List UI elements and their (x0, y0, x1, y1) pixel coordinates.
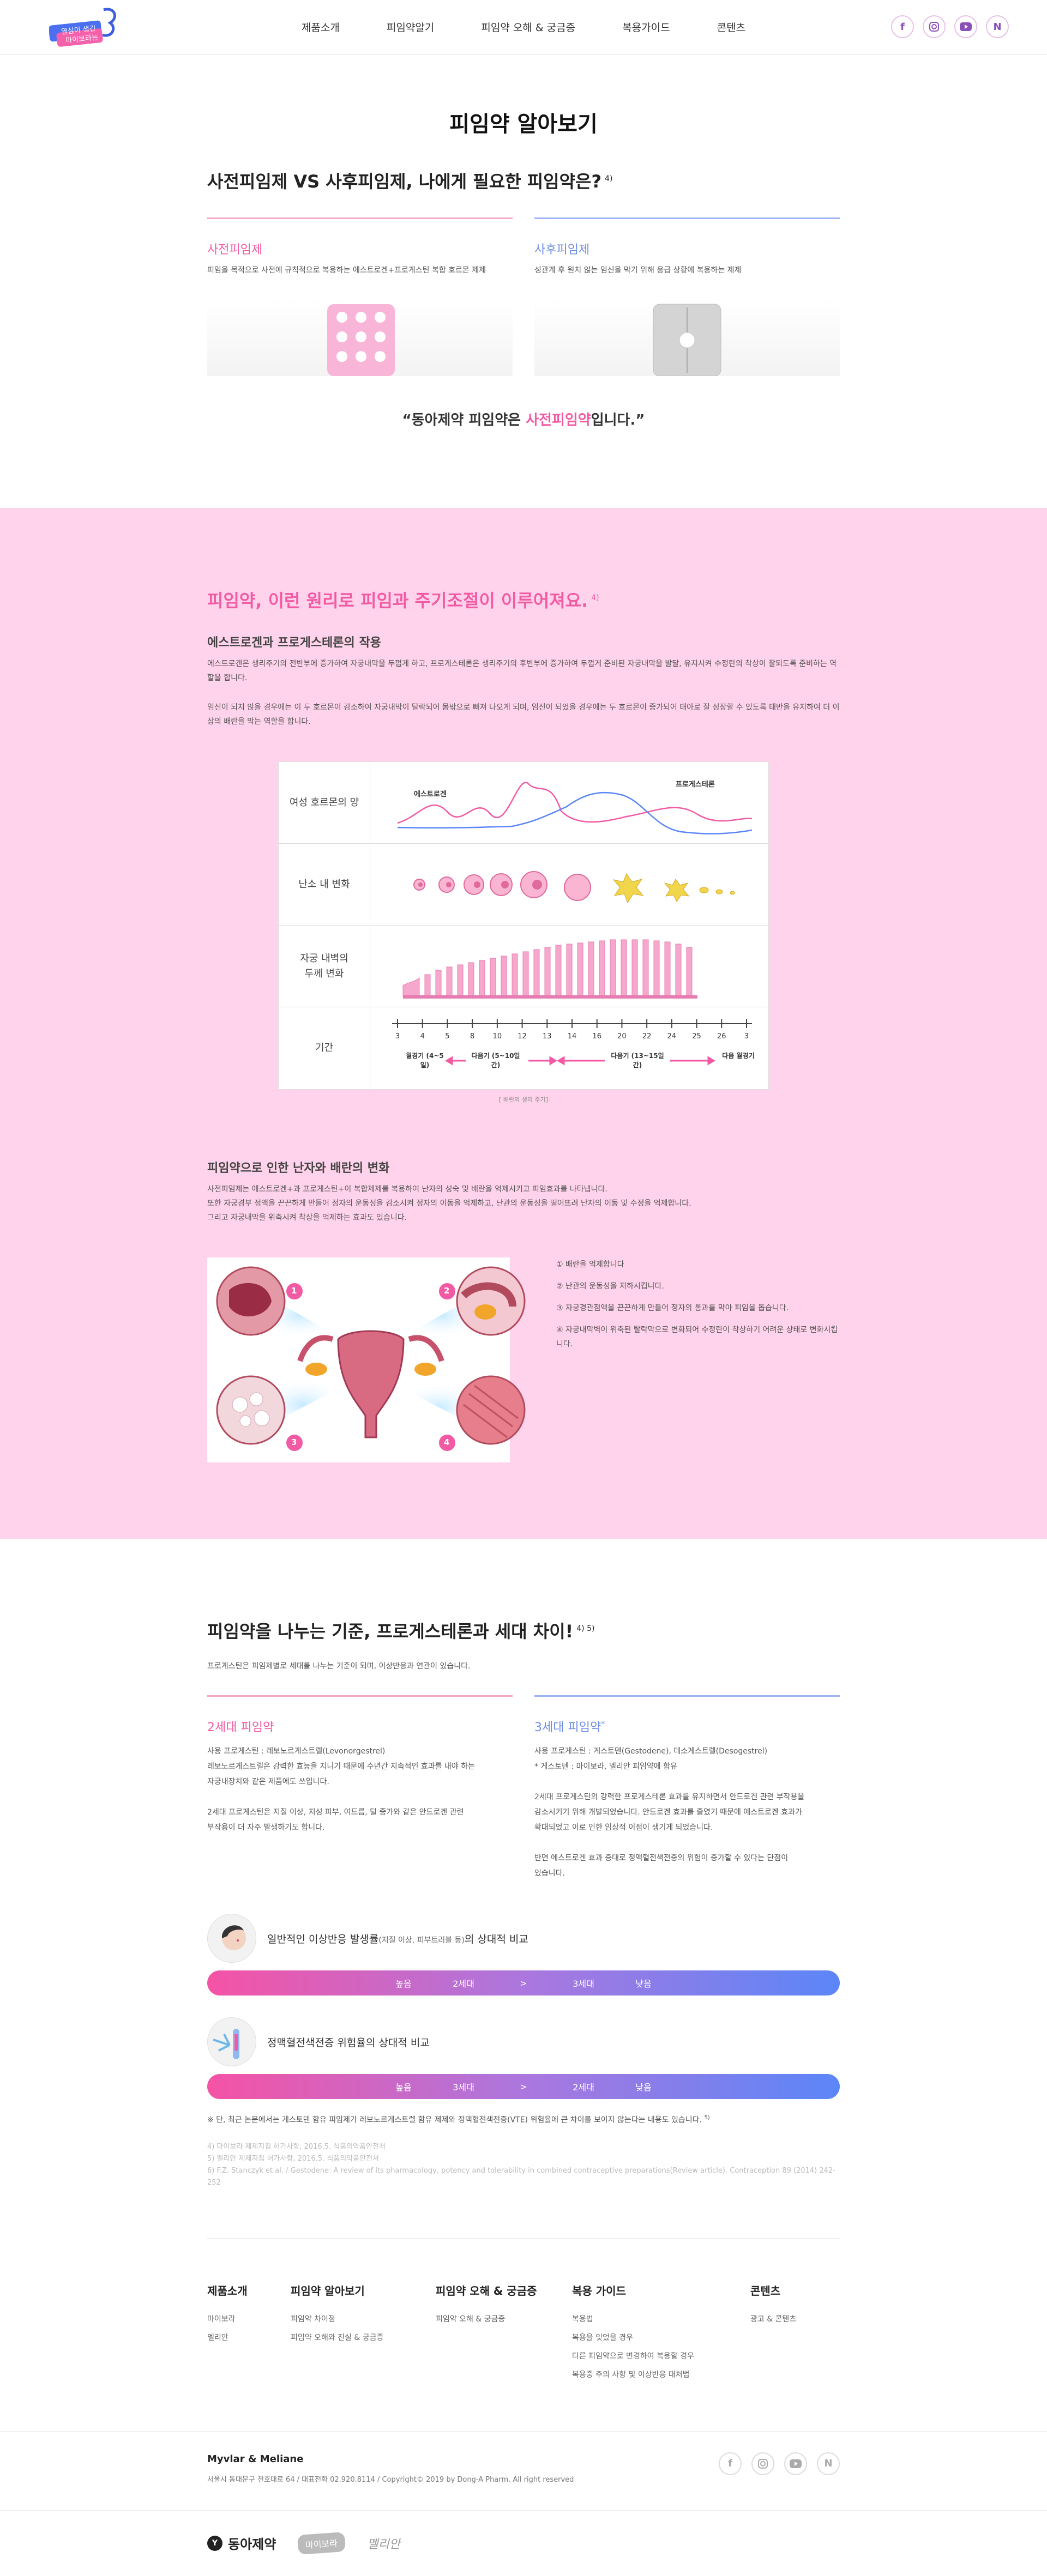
nav-products[interactable]: 제품소개 (302, 20, 340, 34)
lining-thickness (370, 926, 768, 1007)
ovulation-paragraph-1: 사전피임제는 에스트로겐+과 프로게스틴+이 복합제제를 복용하여 난자의 성숙… (207, 1185, 607, 1194)
chart-caption: [ 배란의 생리 주기] (499, 1096, 548, 1103)
gen3-text: 사용 프로게스틴 : 게스토덴(Gestodene), 데소게스트렐(Desog… (534, 1747, 805, 1878)
nav-contents[interactable]: 콘텐츠 (717, 20, 745, 34)
footer-link[interactable]: 피임약 오해 & 궁금증 (436, 2313, 572, 2324)
mechanism-item: ④ 자궁내막벽이 위축된 탈락막으로 변화되어 수정란이 착상하기 어려운 상태… (556, 1326, 838, 1349)
footer-menu: 제품소개마이보라멜리안 피임약 알아보기피임약 차이점피임약 오해와 진실 & … (207, 2238, 840, 2431)
section3-intro: 프로게스틴은 피임제별로 세대를 나누는 기준이 되며, 이상반응과 연관이 있… (207, 1662, 471, 1671)
meliane-brand-logo: 멜리안 (367, 2537, 400, 2551)
page-title: 피임약 알아보기 (449, 112, 598, 137)
hormone-paragraph-2: 임신이 되지 않을 경우에는 이 두 호르몬이 감소하여 자궁내막이 탈락되어 … (207, 703, 840, 726)
bar-note: ※ 단, 최근 논문에서는 게스토덴 함유 피임제가 레보노르게스트렐 함유 제… (207, 2115, 710, 2125)
section3-title: 피임약을 나누는 기준, 프로게스테론과 세대 차이! 4) 5) (207, 1621, 595, 1642)
chart-label-hormone: 여성 호르몬의 양 (279, 762, 370, 843)
footer-link[interactable]: 복용중 주의 사항 및 이상반응 대처법 (572, 2369, 750, 2380)
references: 4) 마이보라 제제지침 허가사항, 2016.5. 식품의약품안전처 5) 멜… (207, 2142, 835, 2187)
nav-faq[interactable]: 피임약 오해 & 궁금증 (481, 20, 575, 34)
pre-pill-image (207, 300, 513, 376)
marker-2: 2 (444, 1286, 450, 1296)
vein-icon (207, 2017, 256, 2066)
mechanism-item: ① 배란을 억제합니다 (556, 1260, 624, 1269)
chart-label-ovary: 난소 내 변화 (279, 844, 370, 925)
hormone-curves (397, 782, 753, 835)
gen2-heading: 2세대 피임약 (207, 1721, 274, 1734)
youtube-icon[interactable] (954, 15, 977, 38)
progesterone-label: 프로게스테론 (676, 781, 715, 789)
hormone-subtitle: 에스트로겐과 프로게스테론의 작용 (207, 636, 381, 650)
chart-label-lining: 자궁 내벽의 두께 변화 (279, 926, 370, 1007)
footer-link[interactable]: 복용법 (572, 2313, 750, 2324)
ovulation-paragraph-3: 그리고 자궁내막을 위축시켜 착상을 억제하는 효과도 있습니다. (207, 1213, 407, 1222)
footer-heading: 피임약 오해 & 궁금증 (436, 2284, 537, 2297)
post-pill-image (534, 300, 840, 376)
section1-title: 사전피임제 VS 사후피임제, 나에게 필요한 피임약은? 4) (207, 171, 613, 192)
nav-about-pill[interactable]: 피임약알기 (387, 20, 434, 34)
sns-links: f N (891, 15, 1009, 38)
donga-logo: Y 동아제약 (207, 2533, 276, 2553)
estrogen-label: 에스트로겐 (414, 790, 447, 799)
mechanism-list: ① 배란을 억제합니다 ② 난관의 운동성을 저하시킵니다. ③ 자궁경관점액을… (556, 1257, 840, 1462)
footer-sns: f N (719, 2452, 840, 2475)
marker-4: 4 (444, 1437, 450, 1447)
instagram-icon[interactable] (923, 15, 946, 38)
footer-heading: 피임약 알아보기 (291, 2284, 365, 2297)
gen3-column: 3세대 피임약* 사용 프로게스틴 : 게스토덴(Gestodene), 데소게… (534, 1695, 840, 1881)
post-pill-heading: 사후피임제 (534, 243, 590, 257)
footer-link[interactable]: 광고 & 콘텐츠 (750, 2313, 796, 2324)
footer-link[interactable]: 마이보라 (207, 2313, 291, 2324)
main-nav: 제품소개 피임약알기 피임약 오해 & 궁금증 복용가이드 콘텐츠 (0, 20, 1047, 34)
gen2-text: 사용 프로게스틴 : 레보노르게스트렐(Levonorgestrel) 레보노르게… (207, 1747, 475, 1832)
hormone-paragraph-1: 에스트로겐은 생리주기의 전반부에 증가하여 자궁내막을 두껍게 하고, 프로게… (207, 660, 837, 682)
facebook-icon[interactable]: f (891, 15, 914, 38)
footer: 제품소개 마이보라 멜리안 피임약 알아보기 피임약 차이점 피임약 오해와 진실 & … (0, 2238, 1047, 2576)
facebook-icon[interactable]: f (719, 2452, 742, 2475)
uterus-illustration: 1 2 3 4 (207, 1257, 526, 1462)
pre-pill-heading: 사전피임제 (207, 243, 263, 257)
adverse-effect-bar: 높음 2세대 >3세대 낮음 (207, 1970, 840, 1996)
site-header: 열심이 생긴 마이보라는 제품소개 피임약알기 피임약 오해 & 궁금증 복용가… (0, 0, 1047, 55)
pre-pill-column: 사전피임제 피임을 목적으로 사전에 규칙적으로 복용하는 에스트로겐+프로게스… (207, 217, 513, 376)
ovary-stages (370, 844, 768, 925)
period-axis: 3 4 5 8 10 12 13 14 16 20 22 24 25 26 3 월경기 (4~5일) 다음기… (370, 1007, 768, 1089)
mechanism-item: ② 난관의 운동성을 저하시킵니다. (556, 1282, 664, 1291)
ovulation-subtitle: 피임약으로 인한 난자와 배란의 변화 (207, 1162, 390, 1175)
footer-link[interactable]: 멜리안 (207, 2332, 291, 2343)
footer-heading: 제품소개 (207, 2284, 248, 2297)
footer-heading: 복용 가이드 (572, 2284, 626, 2297)
youtube-icon[interactable] (784, 2452, 807, 2475)
gen2-column: 2세대 피임약 사용 프로게스틴 : 레보노르게스트렐(Levonorgestr… (207, 1695, 513, 1881)
section-pill-types: 피임약 알아보기 사전피임제 VS 사후피임제, 나에게 필요한 피임약은? 4)… (207, 55, 840, 429)
nav-guide[interactable]: 복용가이드 (622, 20, 670, 34)
gen3-heading: 3세대 피임약* (534, 1720, 605, 1734)
skin-icon (207, 1914, 256, 1963)
section2-title: 피임약, 이런 원리로 피임과 주기조절이 이루어져요. 4) (207, 590, 599, 611)
footer-link[interactable]: 피임약 차이점 (291, 2313, 436, 2324)
bar1-title: 일반적인 이상반응 발생률(지질 이상, 피부트러블 등)의 상대적 비교 (267, 1933, 528, 1945)
section-generations: 피임약을 나누는 기준, 프로게스테론과 세대 차이! 4) 5) 프로게스틴은 … (207, 1539, 840, 2189)
section-mechanism: 피임약, 이런 원리로 피임과 주기조절이 이루어져요. 4) 에스트로겐과 프로… (0, 508, 1047, 1539)
mechanism-item: ③ 자궁경관점액을 끈끈하게 만들어 정자의 통과를 막아 피임을 돕습니다. (556, 1304, 789, 1313)
footer-heading: 콘텐츠 (750, 2284, 781, 2297)
ovulation-paragraph-2: 또한 자궁경부 점액을 끈끈하게 만들어 정자의 운동성을 감소시켜 정자의 이… (207, 1199, 691, 1208)
post-pill-desc: 성관계 후 원치 않는 임신을 막기 위해 응급 상황에 복용하는 제제 (534, 266, 742, 275)
naver-icon[interactable]: N (817, 2452, 840, 2475)
post-pill-column: 사후피임제 성관계 후 원치 않는 임신을 막기 위해 응급 상황에 복용하는 … (534, 217, 840, 376)
marker-1: 1 (291, 1286, 297, 1296)
footer-link[interactable]: 피임약 오해와 진실 & 궁금증 (291, 2332, 436, 2343)
myvlar-brand-logo: 마이보라 (297, 2531, 346, 2555)
chart-label-period: 기간 (279, 1007, 370, 1089)
vte-risk-bar: 높음 3세대 >2세대 낮음 (207, 2074, 840, 2099)
footer-link[interactable]: 다른 피임약으로 변경하여 복용할 경우 (572, 2350, 750, 2361)
marker-3: 3 (291, 1437, 297, 1447)
footer-brands: Y 동아제약 마이보라 멜리안 (207, 2511, 840, 2576)
cycle-chart: 여성 호르몬의 양 에스트로겐 프로게스테론 난소 내 변화 자궁 내벽의 두께… (278, 761, 769, 1090)
instagram-icon[interactable] (751, 2452, 774, 2475)
pre-pill-desc: 피임을 목적으로 사전에 규칙적으로 복용하는 에스트로겐+프로게스틴 복합 호… (207, 266, 486, 275)
bar2-title: 정맥혈전색전증 위험율의 상대적 비교 (267, 2036, 430, 2049)
pre-pill-quote: “동아제약 피임약은 사전피임약입니다.” (402, 412, 645, 428)
naver-icon[interactable]: N (986, 15, 1009, 38)
footer-link[interactable]: 복용을 잊었을 경우 (572, 2332, 750, 2343)
